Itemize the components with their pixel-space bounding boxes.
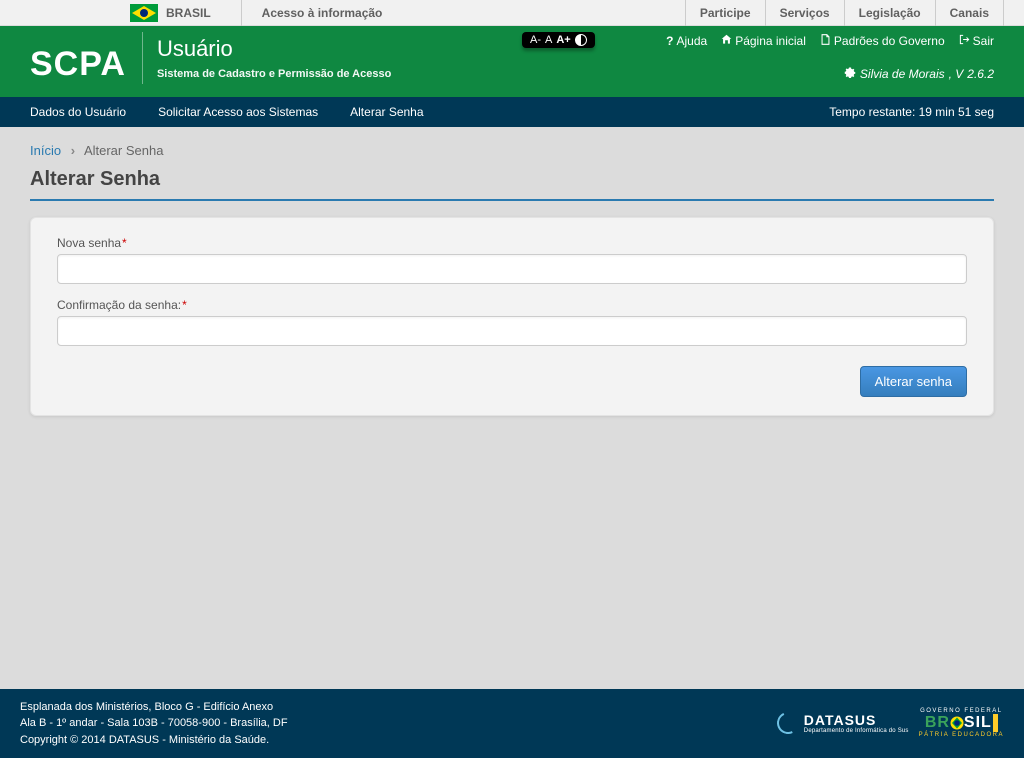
app-header: SCPA Usuário Sistema de Cadastro e Permi… (0, 26, 1024, 97)
page-title: Alterar Senha (30, 168, 994, 201)
breadcrumb-home[interactable]: Início (30, 143, 61, 158)
font-default-button[interactable]: A (545, 34, 552, 46)
session-timer: Tempo restante: 19 min 51 seg (829, 105, 994, 119)
nova-senha-input[interactable] (57, 254, 967, 284)
ajuda-link[interactable]: ?Ajuda (666, 34, 707, 48)
app-logo[interactable]: SCPA (0, 32, 143, 84)
breadcrumb-current: Alterar Senha (84, 143, 164, 158)
breadcrumb: Início › Alterar Senha (30, 143, 994, 158)
user-name: Silvia de Morais (860, 67, 945, 81)
footer-logos: DATASUS Departamento de Informática do S… (777, 708, 1004, 738)
required-indicator: * (182, 298, 187, 312)
chevron-right-icon: › (71, 143, 75, 158)
document-icon (820, 34, 831, 48)
footer-address-2: Ala B - 1º andar - Sala 103B - 70058-900… (20, 715, 288, 732)
datasus-logo: DATASUS Departamento de Informática do S… (777, 712, 909, 734)
logout-icon (959, 34, 970, 48)
confirmacao-senha-input[interactable] (57, 316, 967, 346)
acesso-informacao-link[interactable]: Acesso à informação (241, 0, 383, 26)
footer-copyright: Copyright © 2014 DATASUS - Ministério da… (20, 732, 288, 749)
required-indicator: * (122, 236, 127, 250)
pagina-inicial-link[interactable]: Página inicial (721, 34, 806, 48)
help-icon: ? (666, 34, 673, 48)
font-size-control: A- A A+ (522, 32, 595, 48)
app-version: 2.6.2 (967, 67, 994, 81)
gear-icon[interactable] (844, 66, 856, 81)
padroes-link[interactable]: Padrões do Governo (820, 34, 945, 48)
content-area: Início › Alterar Senha Alterar Senha Nov… (0, 127, 1024, 432)
font-decrease-button[interactable]: A- (530, 34, 541, 46)
app-title: Usuário (157, 36, 391, 62)
home-icon (721, 34, 732, 48)
brasil-label[interactable]: BRASIL (166, 6, 211, 20)
footer-text: Esplanada dos Ministérios, Bloco G - Edi… (20, 699, 288, 749)
contrast-icon[interactable] (575, 34, 587, 46)
sair-link[interactable]: Sair (959, 34, 994, 48)
header-links: ?Ajuda Página inicial Padrões do Governo… (666, 34, 994, 48)
gov-link-servicos[interactable]: Serviços (765, 0, 844, 26)
datasus-icon (774, 709, 802, 737)
footer: Esplanada dos Ministérios, Bloco G - Edi… (0, 689, 1024, 758)
app-title-block: Usuário Sistema de Cadastro e Permissão … (143, 26, 391, 80)
nova-senha-label: Nova senha* (57, 236, 967, 250)
confirmacao-senha-label: Confirmação da senha:* (57, 298, 967, 312)
menu-alterar-senha[interactable]: Alterar Senha (350, 105, 423, 119)
menu-solicitar-acesso[interactable]: Solicitar Acesso aos Sistemas (158, 105, 318, 119)
gov-bar: BRASIL Acesso à informação Participe Ser… (0, 0, 1024, 26)
gov-link-canais[interactable]: Canais (935, 0, 1004, 26)
gov-link-legislacao[interactable]: Legislação (844, 0, 935, 26)
brazil-flag-icon (130, 4, 158, 22)
form-panel: Nova senha* Confirmação da senha:* Alter… (30, 217, 994, 416)
user-info: Silvia de Morais, V2.6.2 (844, 66, 994, 81)
alterar-senha-button[interactable]: Alterar senha (860, 366, 967, 397)
main-menu: Dados do Usuário Solicitar Acesso aos Si… (0, 97, 1024, 127)
brazil-globe-icon (950, 716, 964, 730)
gov-link-participe[interactable]: Participe (685, 0, 765, 26)
font-increase-button[interactable]: A+ (556, 34, 570, 46)
app-subtitle: Sistema de Cadastro e Permissão de Acess… (157, 68, 391, 80)
footer-address-1: Esplanada dos Ministérios, Bloco G - Edi… (20, 699, 288, 716)
menu-dados-usuario[interactable]: Dados do Usuário (30, 105, 126, 119)
brasil-gov-logo: GOVERNO FEDERAL BRSIL PÁTRIA EDUCADORA (919, 708, 1004, 738)
